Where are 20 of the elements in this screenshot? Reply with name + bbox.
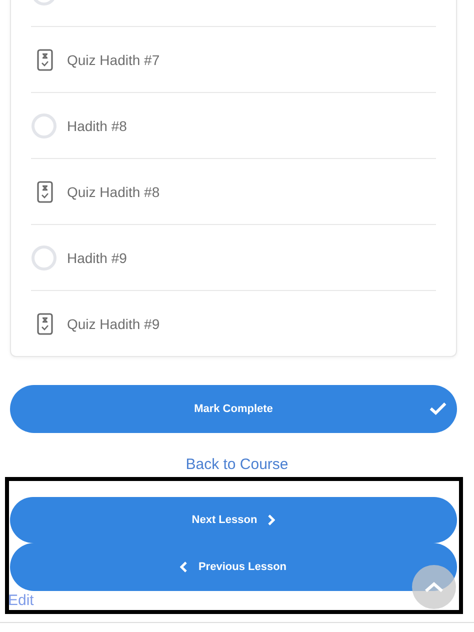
quiz-icon (37, 48, 53, 70)
lesson-title[interactable]: Quiz Hadith #8 (67, 184, 160, 200)
quiz-icon (37, 180, 53, 202)
status-circle-icon (31, 244, 57, 270)
edit-link[interactable]: Edit (8, 591, 34, 610)
checkmark-icon (429, 401, 447, 416)
mark-complete-button[interactable]: Mark Complete (10, 385, 457, 433)
chevron-up-icon (424, 581, 444, 593)
lesson-title[interactable]: Quiz Hadith #7 (67, 52, 160, 68)
lesson-title[interactable]: Hadith #8 (67, 118, 127, 134)
chevron-right-icon (267, 514, 276, 526)
next-lesson-button[interactable]: Next Lesson (10, 497, 457, 543)
chevron-left-icon (180, 561, 188, 573)
lesson-title[interactable]: Hadith #9 (67, 250, 127, 266)
previous-lesson-button[interactable]: Previous Lesson (10, 543, 457, 591)
back-to-course-link[interactable]: Back to Course (186, 455, 288, 475)
scroll-to-top-button[interactable] (412, 565, 456, 609)
quiz-icon (37, 312, 53, 334)
status-circle-icon (31, 112, 57, 138)
lesson-title[interactable]: Quiz Hadith #9 (67, 316, 160, 332)
